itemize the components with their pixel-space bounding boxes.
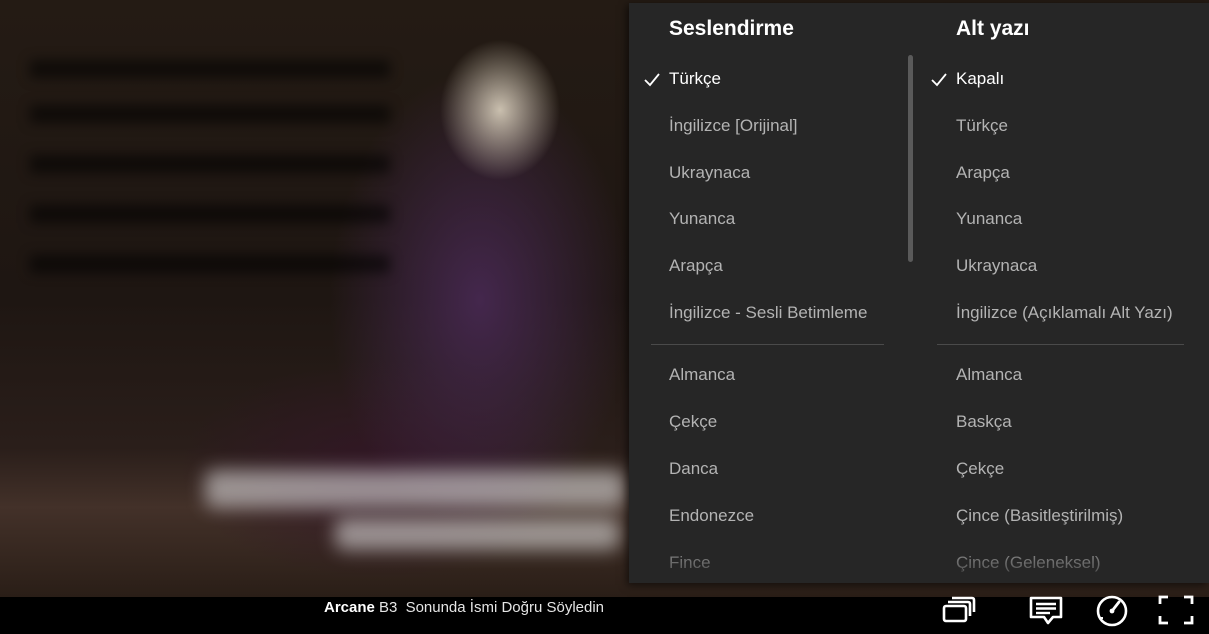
- episodes-icon: [942, 596, 976, 623]
- subtitle-language-option[interactable]: Almanca: [956, 365, 1022, 385]
- video-blur-detail: [30, 155, 390, 173]
- subtitles-icon: [1029, 596, 1063, 625]
- subtitle-language-option[interactable]: Türkçe: [956, 116, 1008, 136]
- show-name: Arcane: [324, 599, 375, 616]
- audio-language-option[interactable]: İngilizce - Sesli Betimleme: [669, 303, 867, 323]
- audio-language-option[interactable]: Yunanca: [669, 209, 735, 229]
- audio-language-option[interactable]: Endonezce: [669, 506, 754, 526]
- check-icon: [644, 73, 660, 87]
- subtitle-language-option[interactable]: Ukraynaca: [956, 256, 1037, 276]
- blurred-subtitle-line: [335, 518, 620, 550]
- audio-divider: [651, 344, 884, 345]
- audio-language-option[interactable]: Ukraynaca: [669, 163, 750, 183]
- subtitle-language-option[interactable]: Yunanca: [956, 209, 1022, 229]
- subtitle-column: Alt yazı Kapalı Türkçe Arapça Yunanca Ukrayn…: [916, 3, 1209, 583]
- audio-language-option[interactable]: Arapça: [669, 256, 723, 276]
- episodes-button[interactable]: [938, 592, 978, 628]
- subtitle-divider: [937, 344, 1184, 345]
- playback-speed-icon: [1096, 595, 1128, 627]
- subtitle-language-option[interactable]: Çince (Geleneksel): [956, 553, 1101, 573]
- playback-speed-button[interactable]: [1092, 592, 1132, 628]
- subtitle-column-title: Alt yazı: [956, 17, 1030, 40]
- audio-subtitle-menu: Seslendirme Türkçe İngilizce [Orijinal] Uk…: [629, 3, 1209, 583]
- subtitle-language-option[interactable]: Arapça: [956, 163, 1010, 183]
- subtitles-button[interactable]: [1026, 592, 1066, 628]
- audio-language-option[interactable]: Çekçe: [669, 412, 717, 432]
- subtitle-language-option[interactable]: İngilizce (Açıklamalı Alt Yazı): [956, 303, 1173, 323]
- subtitle-language-option[interactable]: Baskça: [956, 412, 1012, 432]
- check-icon: [931, 73, 947, 87]
- video-blur-detail: [30, 60, 390, 78]
- audio-language-option[interactable]: Danca: [669, 459, 718, 479]
- subtitle-language-option[interactable]: Kapalı: [956, 69, 1004, 89]
- video-blur-detail: [30, 105, 390, 123]
- audio-language-option[interactable]: Almanca: [669, 365, 735, 385]
- audio-language-option[interactable]: İngilizce [Orijinal]: [669, 116, 798, 136]
- audio-column: Seslendirme Türkçe İngilizce [Orijinal] Uk…: [629, 3, 914, 583]
- now-playing-title: Arcane B3 Sonunda İsmi Doğru Söyledin: [324, 599, 604, 616]
- subtitle-language-option[interactable]: Çince (Basitleştirilmiş): [956, 506, 1123, 526]
- episode-title: Sonunda İsmi Doğru Söyledin: [405, 599, 605, 616]
- fullscreen-button[interactable]: [1156, 592, 1196, 628]
- video-blur-detail: [30, 205, 390, 223]
- blurred-subtitle-line: [205, 470, 625, 508]
- subtitle-language-option[interactable]: Çekçe: [956, 459, 1004, 479]
- episode-number: B3: [379, 599, 398, 616]
- audio-column-title: Seslendirme: [669, 17, 794, 40]
- audio-language-option[interactable]: Türkçe: [669, 69, 721, 89]
- audio-language-option[interactable]: Fince: [669, 553, 711, 573]
- fullscreen-icon: [1158, 595, 1194, 625]
- video-blur-detail: [30, 255, 390, 273]
- audio-scrollbar[interactable]: [908, 55, 913, 262]
